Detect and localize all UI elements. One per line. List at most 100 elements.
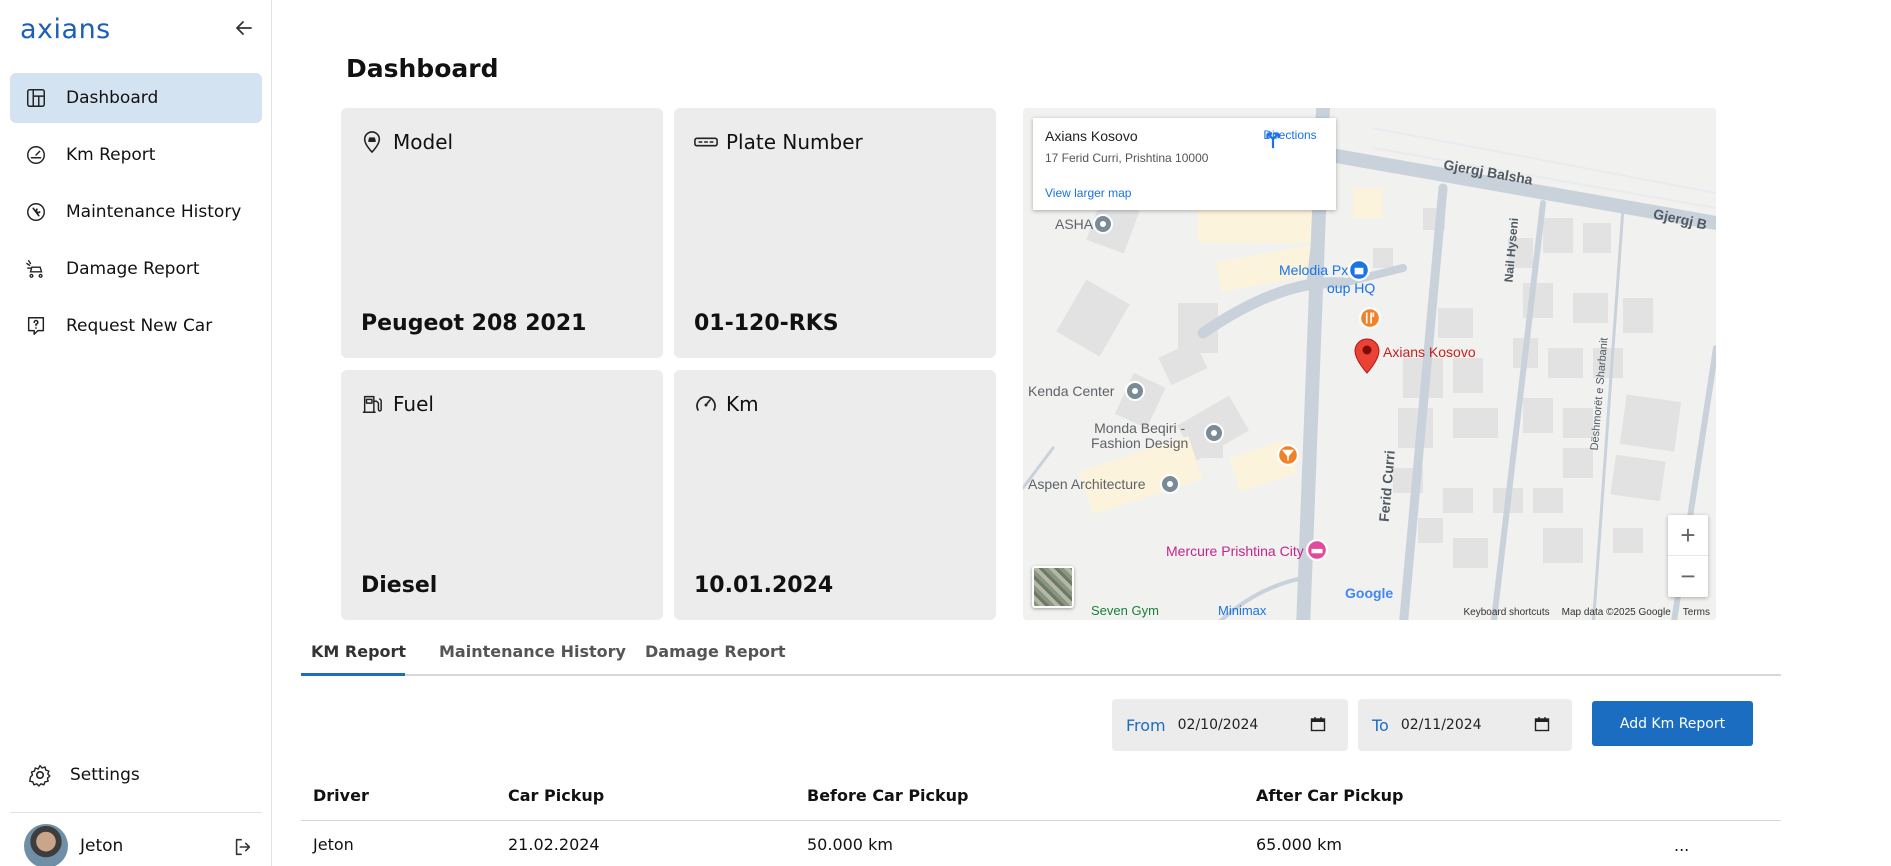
to-date-field[interactable]: To 02/11/2024: [1358, 699, 1572, 751]
directions-icon: [1266, 132, 1280, 149]
calendar-icon[interactable]: [1310, 716, 1326, 732]
sidebar-item-km-report[interactable]: Km Report: [10, 130, 262, 180]
km-card: Km 10.01.2024: [674, 370, 996, 620]
collapse-sidebar-button[interactable]: [232, 16, 256, 40]
fuel-card: Fuel Diesel: [341, 370, 663, 620]
add-km-report-button[interactable]: Add Km Report: [1592, 701, 1753, 746]
keyboard-shortcuts-link[interactable]: Keyboard shortcuts: [1463, 607, 1549, 618]
km-card-value: 10.01.2024: [694, 573, 834, 598]
sidebar-item-maintenance-history[interactable]: Maintenance History: [10, 187, 262, 237]
directions-button[interactable]: Directions: [1262, 128, 1318, 149]
google-logo: Google: [1345, 585, 1394, 601]
sidebar-item-dashboard[interactable]: Dashboard: [10, 73, 262, 123]
from-date-value[interactable]: 02/10/2024: [1178, 717, 1259, 733]
fuel-card-label: Fuel: [393, 392, 434, 416]
sidebar-item-label: Dashboard: [66, 88, 159, 108]
tab-damage-report[interactable]: Damage Report: [645, 642, 786, 661]
avatar[interactable]: [24, 824, 68, 866]
tab-km-report[interactable]: KM Report: [311, 642, 406, 661]
sidebar-item-damage-report[interactable]: Damage Report: [10, 244, 262, 294]
poi-asha[interactable]: ASHA: [1055, 216, 1093, 232]
fuel-pump-icon: [361, 392, 385, 416]
poi-group-hq[interactable]: oup HQ: [1327, 280, 1375, 296]
cell-after-car-pickup: 65.000 km: [1256, 835, 1342, 854]
from-label: From: [1126, 715, 1166, 735]
user-profile: Jeton: [24, 824, 254, 866]
zoom-out-button[interactable]: −: [1668, 556, 1708, 597]
row-more-button[interactable]: ...: [1674, 836, 1689, 855]
to-label: To: [1372, 715, 1389, 735]
page-title: Dashboard: [346, 54, 499, 83]
column-header-driver[interactable]: Driver: [313, 786, 369, 805]
plate-card-value: 01-120-RKS: [694, 311, 839, 336]
fuel-card-header: Fuel: [361, 392, 434, 416]
model-card: Model Peugeot 208 2021: [341, 108, 663, 358]
sidebar-divider: [10, 812, 262, 813]
table-header: Driver Car Pickup Before Car Pickup Afte…: [301, 775, 1781, 821]
user-name: Jeton: [80, 836, 124, 856]
poi-seven-gym[interactable]: Seven Gym: [1091, 603, 1159, 618]
car-pin-icon: [361, 130, 385, 154]
poi-melodia[interactable]: Melodia Px: [1279, 262, 1348, 278]
poi-kenda[interactable]: Kenda Center: [1028, 383, 1114, 399]
plate-card-header: Plate Number: [694, 130, 863, 154]
settings-label: Settings: [70, 765, 140, 785]
map-info-card: Axians Kosovo 17 Ferid Curri, Prishtina …: [1033, 118, 1336, 210]
model-card-value: Peugeot 208 2021: [361, 311, 587, 336]
plate-card-label: Plate Number: [726, 130, 863, 154]
map-footer: Keyboard shortcuts Map data ©2025 Google…: [1463, 607, 1710, 618]
google-map[interactable]: Axians Kosovo 17 Ferid Curri, Prishtina …: [1023, 108, 1716, 620]
poi-minimax[interactable]: Minimax: [1218, 603, 1266, 618]
cell-driver: Jeton: [313, 835, 354, 854]
map-pin-label[interactable]: Axians Kosovo: [1383, 344, 1476, 360]
km-card-header: Km: [694, 392, 759, 416]
wrench-circle-icon: [24, 200, 48, 224]
plate-card: Plate Number 01-120-RKS: [674, 108, 996, 358]
speedometer-icon: [24, 143, 48, 167]
app-root: axians Dashboard Km Report Maintenance H…: [0, 0, 1891, 866]
column-header-after-car-pickup[interactable]: After Car Pickup: [1256, 786, 1403, 805]
poi-monda[interactable]: Monda Beqiri - Fashion Design: [1091, 421, 1188, 451]
to-date-value[interactable]: 02/11/2024: [1401, 717, 1482, 733]
view-larger-map-link[interactable]: View larger map: [1045, 186, 1131, 200]
map-data-attribution: Map data ©2025 Google: [1561, 607, 1671, 618]
sidebar-item-label: Km Report: [66, 145, 156, 165]
cell-car-pickup: 21.02.2024: [508, 835, 600, 854]
map-place-name: Axians Kosovo: [1045, 128, 1138, 144]
sidebar-item-request-new-car[interactable]: Request New Car: [10, 301, 262, 351]
car-crash-icon: [24, 257, 48, 281]
zoom-in-button[interactable]: +: [1668, 515, 1708, 556]
calendar-icon[interactable]: [1534, 716, 1550, 732]
map-place-address: 17 Ferid Curri, Prishtina 10000: [1045, 151, 1209, 165]
terms-link[interactable]: Terms: [1683, 607, 1710, 618]
sidebar-item-settings[interactable]: Settings: [10, 752, 262, 798]
dashboard-icon: [24, 86, 48, 110]
fuel-card-value: Diesel: [361, 573, 438, 598]
model-card-header: Model: [361, 130, 453, 154]
gauge-icon: [694, 392, 718, 416]
column-header-car-pickup[interactable]: Car Pickup: [508, 786, 604, 805]
sidebar-nav: Dashboard Km Report Maintenance History …: [10, 73, 262, 358]
km-card-label: Km: [726, 392, 759, 416]
poi-mercure[interactable]: Mercure Prishtina City: [1166, 543, 1304, 559]
sidebar-item-label: Request New Car: [66, 316, 213, 336]
model-card-label: Model: [393, 130, 454, 154]
table-row[interactable]: Jeton 21.02.2024 50.000 km 65.000 km ...: [301, 822, 1781, 866]
cell-before-car-pickup: 50.000 km: [807, 835, 893, 854]
sidebar-item-label: Damage Report: [66, 259, 200, 279]
poi-aspen[interactable]: Aspen Architecture: [1028, 476, 1146, 492]
license-plate-icon: [694, 130, 718, 154]
tab-maintenance-history[interactable]: Maintenance History: [439, 642, 626, 661]
sidebar: axians Dashboard Km Report Maintenance H…: [0, 0, 272, 866]
column-header-before-car-pickup[interactable]: Before Car Pickup: [807, 786, 969, 805]
arrow-left-icon: [236, 21, 252, 35]
gear-icon: [28, 763, 52, 787]
active-tab-indicator: [301, 673, 405, 676]
map-layer-toggle[interactable]: [1032, 566, 1074, 608]
logout-icon: [235, 838, 251, 856]
axians-logo: axians: [20, 14, 111, 45]
sidebar-item-label: Maintenance History: [66, 202, 242, 222]
from-date-field[interactable]: From 02/10/2024: [1112, 699, 1348, 751]
report-tabs: KM Report Maintenance History Damage Rep…: [301, 630, 1781, 676]
logout-button[interactable]: [232, 836, 254, 858]
